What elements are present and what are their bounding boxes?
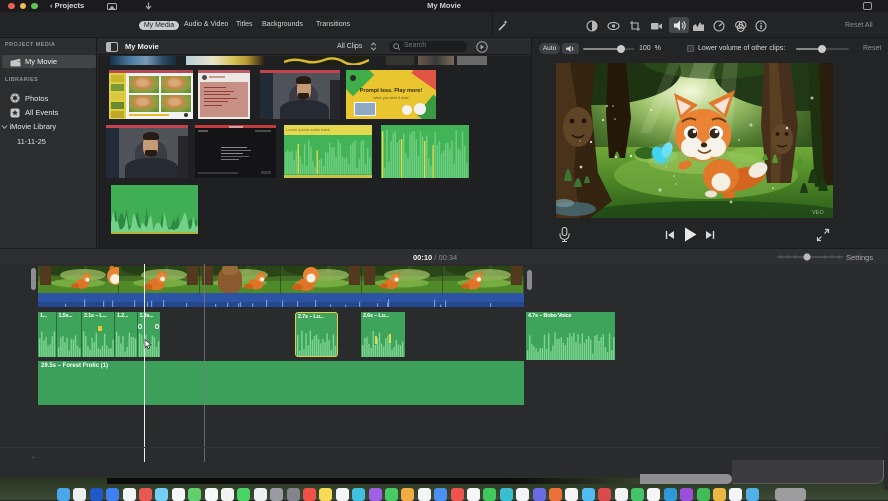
svg-text:VEO: VEO — [812, 210, 824, 216]
